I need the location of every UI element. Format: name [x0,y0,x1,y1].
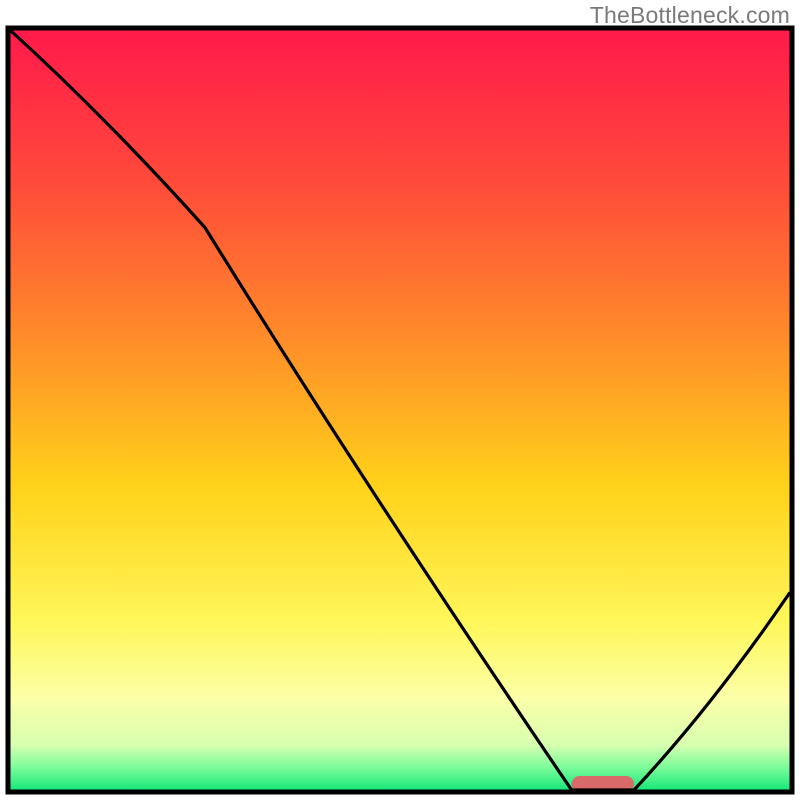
chart-container: TheBottleneck.com [0,0,800,800]
watermark-text: TheBottleneck.com [590,2,790,29]
bottleneck-chart [0,0,800,800]
